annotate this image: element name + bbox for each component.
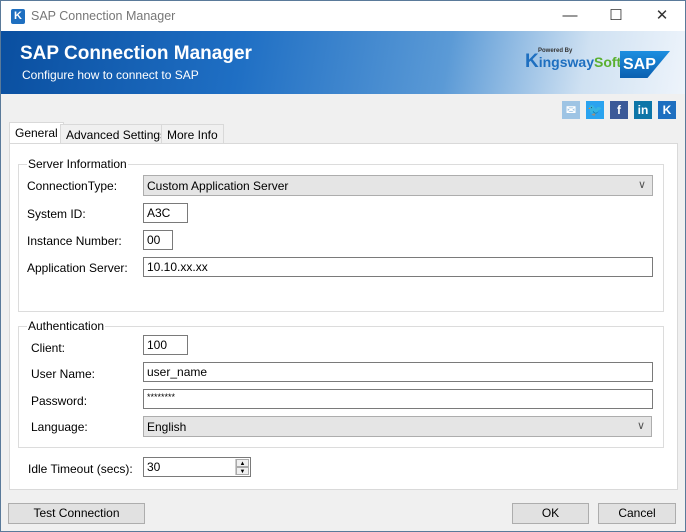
logo-k: K [525,51,539,72]
maximize-button[interactable]: ☐ [593,1,639,31]
cancel-button[interactable]: Cancel [598,503,676,524]
logo-soft: Soft [593,54,622,70]
app-icon: K [11,9,25,24]
connection-type-select[interactable]: Custom Application Server ∨ [143,175,653,196]
ok-button[interactable]: OK [512,503,589,524]
connection-type-label: ConnectionType: [27,179,118,193]
idle-timeout-stepper[interactable]: 30 ▲ ▼ [143,457,251,477]
language-label: Language: [31,420,88,434]
chevron-down-icon: ∨ [637,179,646,191]
server-information-label: Server Information [27,157,128,171]
chevron-down-icon: ∨ [636,420,645,432]
powered-by-text: Powered By [538,48,573,54]
linkedin-icon[interactable]: in [634,101,652,119]
idle-timeout-label: Idle Timeout (secs): [28,462,133,476]
close-icon: ✕ [655,7,669,24]
instance-number-label: Instance Number: [27,234,122,248]
banner-title: SAP Connection Manager [20,43,252,64]
password-label: Password: [31,394,88,408]
language-value: English [147,420,187,434]
minimize-button[interactable]: — [547,1,593,31]
user-name-input[interactable]: user_name [143,362,653,382]
kingswaysoft-icon[interactable]: K [658,101,676,119]
email-icon[interactable]: ✉ [562,101,580,119]
twitter-icon[interactable]: 🐦 [586,101,604,119]
application-server-input[interactable]: 10.10.xx.xx [143,257,653,277]
tab-more-info[interactable]: More Info [161,124,224,144]
system-id-input[interactable]: A3C [143,203,188,223]
tab-general[interactable]: General [9,122,64,144]
test-connection-button[interactable]: Test Connection [8,503,145,524]
tab-panel-general: Server Information ConnectionType: Custo… [9,143,678,490]
system-id-label: System ID: [27,207,86,221]
facebook-icon[interactable]: f [610,101,628,119]
logo-ingsway: ingsway [538,54,594,70]
password-input[interactable]: ******** [143,389,653,409]
client-input[interactable]: 100 [143,335,188,355]
instance-number-input[interactable]: 00 [143,230,173,250]
banner-subtitle: Configure how to connect to SAP [22,68,199,82]
language-select[interactable]: English ∨ [143,416,652,437]
window-title: SAP Connection Manager [31,9,176,23]
spin-up-icon[interactable]: ▲ [236,459,249,467]
authentication-label: Authentication [27,319,106,333]
spin-down-icon[interactable]: ▼ [236,467,249,475]
application-server-label: Application Server: [27,261,128,275]
title-bar: K SAP Connection Manager — ☐ ✕ [1,1,685,31]
dialog-window: K SAP Connection Manager — ☐ ✕ SAP Conne… [0,0,686,532]
kingswaysoft-logo: Powered By KingswaySoft [525,48,622,73]
header-banner: SAP Connection Manager Configure how to … [1,31,685,94]
connection-type-value: Custom Application Server [147,179,289,193]
minimize-icon: — [562,7,578,24]
sap-logo: SAP [620,51,670,78]
user-name-label: User Name: [31,367,96,381]
tab-advanced-settings[interactable]: Advanced Settings [60,124,173,144]
idle-timeout-value: 30 [147,460,161,474]
maximize-icon: ☐ [609,7,623,24]
client-label: Client: [31,341,66,355]
close-button[interactable]: ✕ [639,1,685,31]
